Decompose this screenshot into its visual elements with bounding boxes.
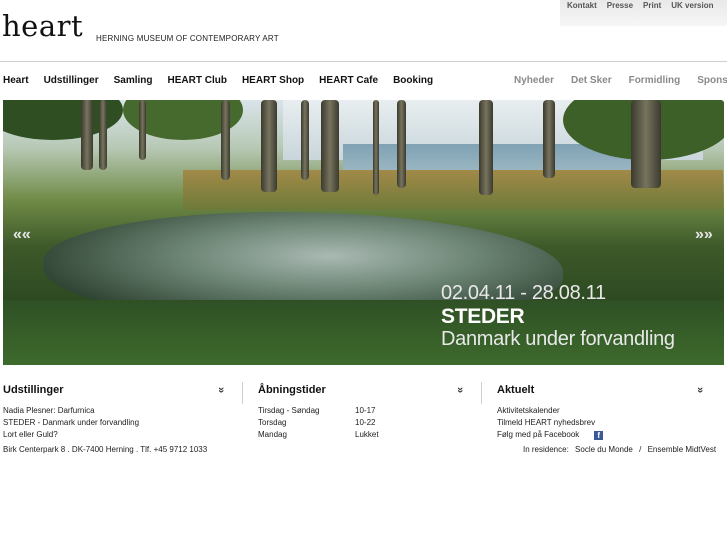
main-nav: Heart Udstillinger Samling HEART Club HE… <box>3 75 448 86</box>
tree-trunk <box>397 100 406 188</box>
logo[interactable]: heart <box>2 12 83 41</box>
nav-item-formidling[interactable]: Formidling <box>629 75 681 86</box>
footer-residence: In residence: Socle du Monde / Ensemble … <box>523 445 720 454</box>
exhibition-link[interactable]: STEDER - Danmark under forvandling <box>3 417 224 429</box>
tree-trunk <box>261 100 277 192</box>
tree-trunk <box>301 100 309 180</box>
hero-title: STEDER <box>441 305 525 328</box>
tree-trunk <box>479 100 493 195</box>
hours-day: Tirsdag - Søndag <box>258 406 320 415</box>
tree-trunk <box>221 100 230 180</box>
logo-subtitle: HERNING MUSEUM OF CONTEMPORARY ART <box>96 34 279 43</box>
tree-trunk <box>139 100 146 160</box>
news-heading: Aktuelt <box>497 384 535 396</box>
nav-item-heart-club[interactable]: HEART Club <box>168 75 227 86</box>
utility-link-print[interactable]: Print <box>643 1 661 10</box>
secondary-nav: Nyheder Det Sker Formidling Sponsor <box>514 75 727 86</box>
exhibitions-heading: Udstillinger <box>3 384 64 396</box>
opening-hours-panel: Åbningstider » Tirsdag - Søndag 10-17 To… <box>258 384 466 441</box>
utility-link-uk-version[interactable]: UK version <box>671 1 713 10</box>
tree-trunk <box>373 100 379 195</box>
prev-slide-icon[interactable]: «« <box>13 226 31 244</box>
nav-item-samling[interactable]: Samling <box>114 75 153 86</box>
residence-link-ensemble-midtvest[interactable]: Ensemble MidtVest <box>648 445 716 454</box>
news-link-calendar[interactable]: Aktivitetskalender <box>497 405 703 417</box>
nav-item-heart-shop[interactable]: HEART Shop <box>242 75 304 86</box>
hero-slideshow[interactable]: «« »» 02.04.11 - 28.08.11 STEDER Danmark… <box>3 100 724 365</box>
hero-caption[interactable]: 02.04.11 - 28.08.11 STEDER Danmark under… <box>441 282 675 351</box>
hours-row: Torsdag 10-22 <box>258 417 463 429</box>
tree-trunk <box>543 100 555 178</box>
exhibitions-panel: Udstillinger » Nadia Plesner: Darfurnica… <box>3 384 227 441</box>
hours-day: Mandag <box>258 430 287 439</box>
footer-address: Birk Centerpark 8 . DK-7400 Herning . Tl… <box>3 445 208 454</box>
facebook-icon[interactable]: f <box>594 431 604 440</box>
chevron-down-icon[interactable]: » <box>694 387 706 393</box>
header-divider <box>0 61 727 62</box>
hours-row: Mandag Lukket <box>258 429 463 441</box>
column-divider <box>481 382 482 404</box>
residence-link-socle-du-monde[interactable]: Socle du Monde <box>575 445 633 454</box>
tree-trunk <box>81 100 93 170</box>
nav-item-heart[interactable]: Heart <box>3 75 29 86</box>
news-link-newsletter[interactable]: Tilmeld HEART nyhedsbrev <box>497 417 703 429</box>
nav-item-heart-cafe[interactable]: HEART Cafe <box>319 75 378 86</box>
chevron-down-icon[interactable]: » <box>215 387 227 393</box>
hero-dates: 02.04.11 - 28.08.11 <box>441 282 606 304</box>
exhibition-link[interactable]: Lort eller Guld? <box>3 429 224 441</box>
facebook-link-label[interactable]: Følg med på Facebook <box>497 430 579 439</box>
news-link-facebook[interactable]: Følg med på Facebook f <box>497 429 703 441</box>
hours-time: Lukket <box>355 430 379 439</box>
chevron-down-icon[interactable]: » <box>454 387 466 393</box>
hero-subtitle: Danmark under forvandling <box>441 328 675 351</box>
nav-item-booking[interactable]: Booking <box>393 75 433 86</box>
column-divider <box>242 382 243 404</box>
hours-time: 10-22 <box>355 418 376 427</box>
utility-nav: Kontakt Presse Print UK version <box>560 0 727 26</box>
residence-separator: / <box>639 445 642 454</box>
hours-time: 10-17 <box>355 406 376 415</box>
nav-item-det-sker[interactable]: Det Sker <box>571 75 612 86</box>
exhibition-link[interactable]: Nadia Plesner: Darfurnica <box>3 405 224 417</box>
utility-link-presse[interactable]: Presse <box>607 1 633 10</box>
utility-link-kontakt[interactable]: Kontakt <box>567 1 597 10</box>
tree-trunk <box>321 100 339 192</box>
nav-item-udstillinger[interactable]: Udstillinger <box>44 75 99 86</box>
tree-trunk <box>631 100 661 188</box>
news-panel: Aktuelt » Aktivitetskalender Tilmeld HEA… <box>497 384 706 441</box>
hours-day: Torsdag <box>258 418 287 427</box>
opening-hours-heading: Åbningstider <box>258 384 326 396</box>
hours-row: Tirsdag - Søndag 10-17 <box>258 405 463 417</box>
nav-item-sponsor[interactable]: Sponsor <box>697 75 727 86</box>
tree-trunk <box>99 100 107 170</box>
nav-item-nyheder[interactable]: Nyheder <box>514 75 554 86</box>
residence-label: In residence: <box>523 445 569 454</box>
next-slide-icon[interactable]: »» <box>695 226 713 244</box>
